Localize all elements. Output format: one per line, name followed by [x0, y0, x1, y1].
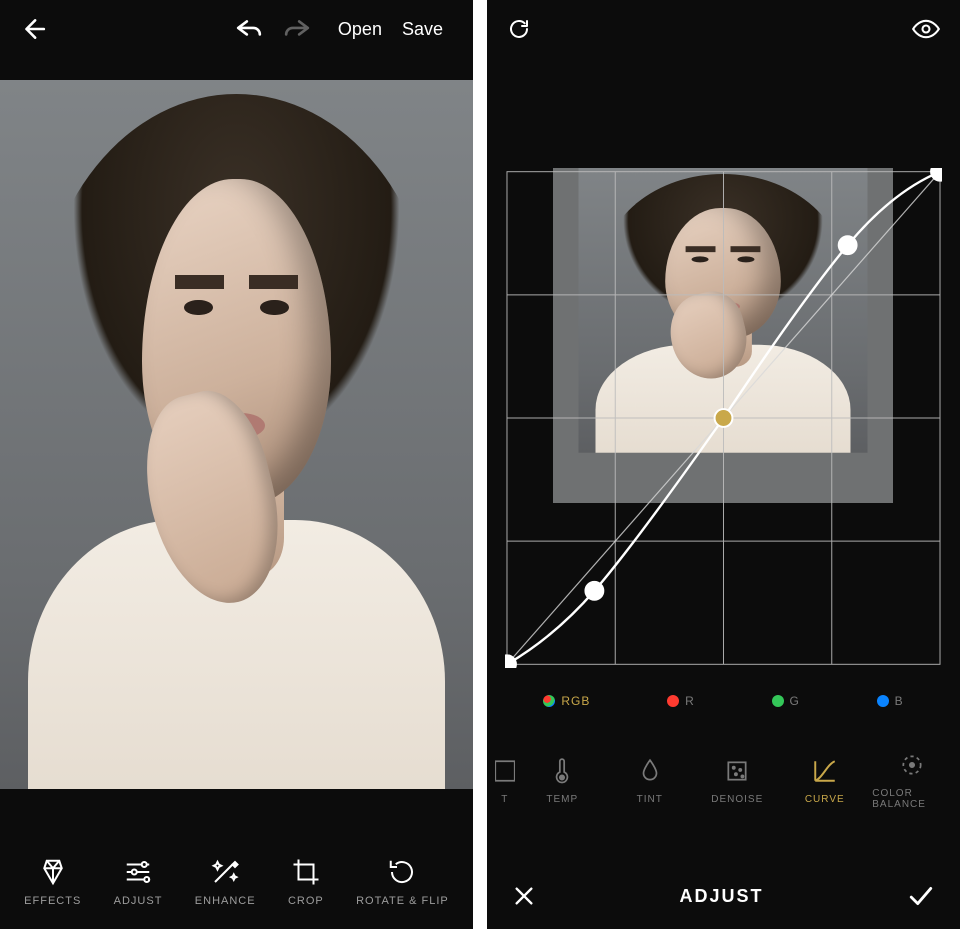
- curve-point-darks[interactable]: [585, 582, 603, 600]
- edited-image: [0, 80, 473, 789]
- preview-icon[interactable]: [912, 19, 940, 39]
- channel-r[interactable]: R: [667, 694, 695, 708]
- redo-icon[interactable]: [284, 19, 310, 39]
- curve-grid-overlay: [505, 168, 942, 668]
- channel-g[interactable]: G: [772, 694, 800, 708]
- save-button[interactable]: Save: [392, 19, 453, 40]
- tool-effects[interactable]: EFFECTS: [24, 857, 81, 907]
- tool-label: ROTATE & FLIP: [356, 895, 449, 907]
- adjust-sub-toolbar: T TEMP TINT DENOISE CURVE COLOR BALANCE: [487, 724, 960, 820]
- bottom-toolbar: EFFECTS ADJUST ENHANCE CROP ROTATE & FLI…: [0, 789, 473, 929]
- channel-rgb[interactable]: RGB: [543, 694, 590, 708]
- open-button[interactable]: Open: [328, 19, 392, 40]
- adj-denoise[interactable]: DENOISE: [697, 758, 777, 805]
- tool-adjust[interactable]: ADJUST: [114, 857, 163, 907]
- adj-tint[interactable]: TINT: [610, 758, 690, 805]
- confirm-bar: ADJUST: [487, 863, 960, 929]
- back-icon[interactable]: [20, 16, 46, 42]
- tool-rotate-flip[interactable]: ROTATE & FLIP: [356, 857, 449, 907]
- curve-point-mid[interactable]: [715, 409, 733, 427]
- tool-label: CROP: [288, 895, 324, 907]
- reset-icon[interactable]: [507, 17, 531, 41]
- tool-label: ENHANCE: [195, 895, 256, 907]
- screen-title: ADJUST: [679, 886, 763, 907]
- undo-icon[interactable]: [236, 19, 262, 39]
- tool-label: EFFECTS: [24, 895, 81, 907]
- top-bar: [487, 0, 960, 58]
- channel-b[interactable]: B: [877, 694, 904, 708]
- curve-editor[interactable]: [505, 168, 942, 668]
- adj-partial-clipped[interactable]: T: [495, 758, 515, 805]
- curve-channel-selector: RGB R G B: [487, 668, 960, 724]
- apply-icon[interactable]: [908, 885, 934, 907]
- adj-curve[interactable]: CURVE: [785, 758, 865, 805]
- adj-color-balance[interactable]: COLOR BALANCE: [872, 752, 952, 810]
- curve-adjust-screen: RGB R G B T TEMP TINT DENOISE: [487, 0, 960, 929]
- curve-point-lights[interactable]: [839, 236, 857, 254]
- tool-enhance[interactable]: ENHANCE: [195, 857, 256, 907]
- editor-main-screen: Open Save EFFECTS ADJUST ENHANCE: [0, 0, 473, 929]
- photo-canvas[interactable]: [0, 80, 473, 789]
- tool-label: ADJUST: [114, 895, 163, 907]
- adj-temp[interactable]: TEMP: [522, 758, 602, 805]
- tool-crop[interactable]: CROP: [288, 857, 324, 907]
- top-bar: Open Save: [0, 0, 473, 58]
- cancel-icon[interactable]: [513, 885, 535, 907]
- curve-point-highlights[interactable]: [931, 168, 942, 181]
- curve-point-shadows[interactable]: [505, 655, 516, 668]
